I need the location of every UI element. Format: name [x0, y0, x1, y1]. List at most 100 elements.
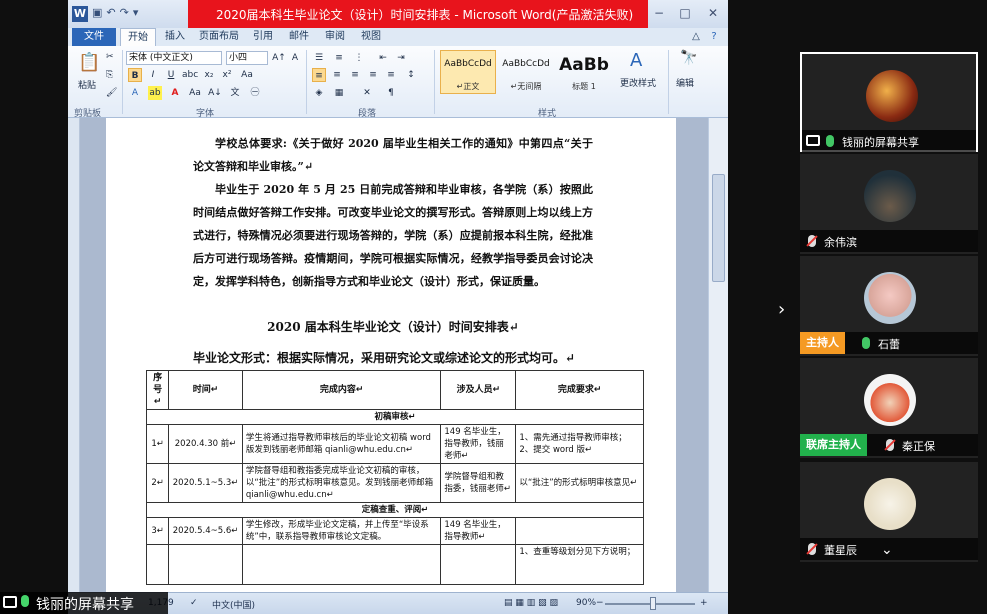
header-cell: 序号↵: [145, 370, 170, 410]
align-left-button[interactable]: ≡: [312, 68, 326, 82]
schedule-title[interactable]: 2020 届本科生毕业论文（设计）时间安排表↵: [193, 318, 593, 335]
zoom-level[interactable]: 90%: [576, 598, 596, 608]
cut-icon[interactable]: ✂: [106, 52, 114, 62]
table-cell: [515, 517, 644, 545]
bullets-icon[interactable]: ☰: [312, 51, 326, 65]
edit-button[interactable]: 编辑: [676, 76, 694, 89]
mic-muted-icon: [808, 543, 816, 555]
tab-insert[interactable]: 插入: [158, 28, 192, 46]
align-right-button[interactable]: ≡: [348, 68, 362, 82]
italic-button[interactable]: I: [146, 68, 160, 82]
document-page[interactable]: 学校总体要求:《关于做好 2020 届毕业生相关工作的通知》中第四点“关于论文答…: [106, 118, 676, 592]
change-styles-icon[interactable]: A: [630, 50, 642, 71]
title-bar: W ▣↶↷▾ 2020届本科生毕业论文（设计）时间安排表 - Microsoft…: [68, 0, 728, 28]
minimize-button[interactable]: −: [646, 4, 672, 22]
enclose-char-icon[interactable]: ㊀: [248, 86, 262, 100]
chevron-right-icon[interactable]: ›: [778, 299, 785, 320]
close-button[interactable]: ✕: [700, 4, 726, 22]
text-effect-icon[interactable]: A: [128, 86, 142, 100]
distribute-button[interactable]: ≡: [384, 68, 398, 82]
style-no-spacing[interactable]: AaBbCcDd ↵无间隔: [498, 50, 554, 94]
subscript-icon[interactable]: x₂: [202, 68, 216, 82]
clear-format-icon[interactable]: Aa: [240, 68, 254, 82]
tab-mailings[interactable]: 邮件: [282, 28, 316, 46]
find-icon[interactable]: 🔭: [680, 50, 697, 66]
grow-font-icon[interactable]: A↑: [272, 51, 286, 65]
paragraph-text: 毕业生于 2020 年 5 月 25 日前完成答辩和毕业审核，各学院（系）按照此…: [193, 183, 593, 288]
participant-tile[interactable]: 钱丽的屏幕共享: [800, 52, 978, 152]
copy-icon[interactable]: ⎘: [106, 70, 113, 80]
scrollbar-thumb[interactable]: [712, 174, 725, 282]
align-center-button[interactable]: ≡: [330, 68, 344, 82]
paste-button[interactable]: 粘贴: [78, 78, 96, 91]
tab-references[interactable]: 引用: [246, 28, 280, 46]
line-spacing-icon[interactable]: ↕: [404, 68, 418, 82]
phonetic-icon[interactable]: 文: [228, 86, 242, 100]
schedule-table[interactable]: 序号↵ 时间↵ 完成内容↵ 涉及人员↵ 完成要求↵ 初稿审核↵ 1↵ 2020.…: [145, 370, 644, 585]
proofing-icon[interactable]: ✓: [190, 598, 198, 608]
borders-icon[interactable]: ▦: [332, 86, 346, 100]
header-cell: 完成要求↵: [515, 370, 644, 410]
view-mode-icon[interactable]: ▤ ▦ ▥ ▧ ▨: [504, 598, 558, 608]
tab-file[interactable]: 文件: [72, 28, 116, 46]
maximize-button[interactable]: □: [672, 4, 698, 22]
section-cell: 定稿查重、评阅↵: [146, 502, 644, 518]
vertical-scrollbar[interactable]: [708, 118, 728, 592]
participant-tile[interactable]: 联席主持人 秦正保: [800, 358, 978, 458]
multilevel-list-icon[interactable]: ⋮: [352, 51, 366, 65]
tab-home[interactable]: 开始: [120, 28, 156, 46]
word-app-icon[interactable]: W: [72, 6, 88, 22]
bold-button[interactable]: B: [128, 68, 142, 82]
format-painter-icon[interactable]: 🖌: [106, 88, 117, 98]
paragraph-requirement[interactable]: 学校总体要求:《关于做好 2020 届毕业生相关工作的通知》中第四点“关于论文答…: [193, 132, 593, 293]
justify-button[interactable]: ≡: [366, 68, 380, 82]
help-icon[interactable]: ?: [706, 28, 722, 46]
tab-view[interactable]: 视图: [354, 28, 388, 46]
shading-icon[interactable]: ◈: [312, 86, 326, 100]
zoom-slider-thumb[interactable]: [650, 597, 656, 610]
decrease-indent-icon[interactable]: ⇤: [376, 51, 390, 65]
chevron-down-icon[interactable]: ⌄: [881, 542, 893, 558]
tab-page-layout[interactable]: 页面布局: [194, 28, 244, 46]
avatar: [864, 170, 916, 222]
language-indicator[interactable]: 中文(中国): [212, 598, 255, 611]
increase-indent-icon[interactable]: ⇥: [394, 51, 408, 65]
font-size-select[interactable]: 小四: [226, 51, 268, 65]
participant-namebar: 主持人 石蕾: [800, 332, 978, 354]
header-cell: 涉及人员↵: [440, 370, 517, 410]
strikethrough-icon[interactable]: abc: [182, 68, 198, 82]
font-color-icon[interactable]: A: [168, 86, 182, 100]
style-heading-1[interactable]: AaBb 标题 1: [556, 50, 612, 94]
participant-tile[interactable]: 主持人 石蕾: [800, 256, 978, 356]
table-cell: [168, 544, 243, 585]
host-badge: 主持人: [800, 332, 845, 354]
underline-button[interactable]: U: [164, 68, 178, 82]
paste-icon[interactable]: 📋: [78, 52, 100, 73]
style-normal[interactable]: AaBbCcDd ↵正文: [440, 50, 496, 94]
vertical-ruler: [68, 118, 80, 592]
change-case-icon[interactable]: Aa: [188, 86, 202, 100]
show-marks-icon[interactable]: ¶: [384, 86, 398, 100]
table-cell: 2↵: [145, 463, 170, 503]
highlight-icon[interactable]: ab: [148, 86, 162, 100]
quick-access-toolbar[interactable]: ▣↶↷▾: [92, 6, 142, 19]
avatar: [864, 272, 916, 324]
section-cell: 初稿审核↵: [146, 409, 644, 425]
screen-share-banner: 钱丽的屏幕共享: [0, 592, 168, 614]
font-name-select[interactable]: 宋体 (中文正文): [126, 51, 222, 65]
zoom-in-button[interactable]: +: [700, 598, 708, 608]
avatar: [864, 478, 916, 530]
tab-review[interactable]: 审阅: [318, 28, 352, 46]
style-name: 标题 1: [572, 82, 596, 91]
sort-icon[interactable]: ✕: [360, 86, 374, 100]
participant-tile[interactable]: 余伟滨: [800, 154, 978, 254]
shrink-font-icon[interactable]: A↓: [208, 86, 222, 100]
zoom-out-button[interactable]: −: [596, 598, 604, 608]
char-border-icon[interactable]: A: [288, 51, 302, 65]
thesis-form-note[interactable]: 毕业论文形式：根据实际情况，采用研究论文或综述论文的形式均可。↵: [193, 349, 613, 366]
table-cell: 学生修改，形成毕业论文定稿，并上传至“毕设系统”中，联系指导教师审核论文定稿。: [241, 517, 442, 545]
ribbon-collapse-icon[interactable]: △: [688, 28, 704, 46]
numbering-icon[interactable]: ≡: [332, 51, 346, 65]
change-styles-button[interactable]: 更改样式: [620, 76, 656, 89]
superscript-icon[interactable]: x²: [220, 68, 234, 82]
